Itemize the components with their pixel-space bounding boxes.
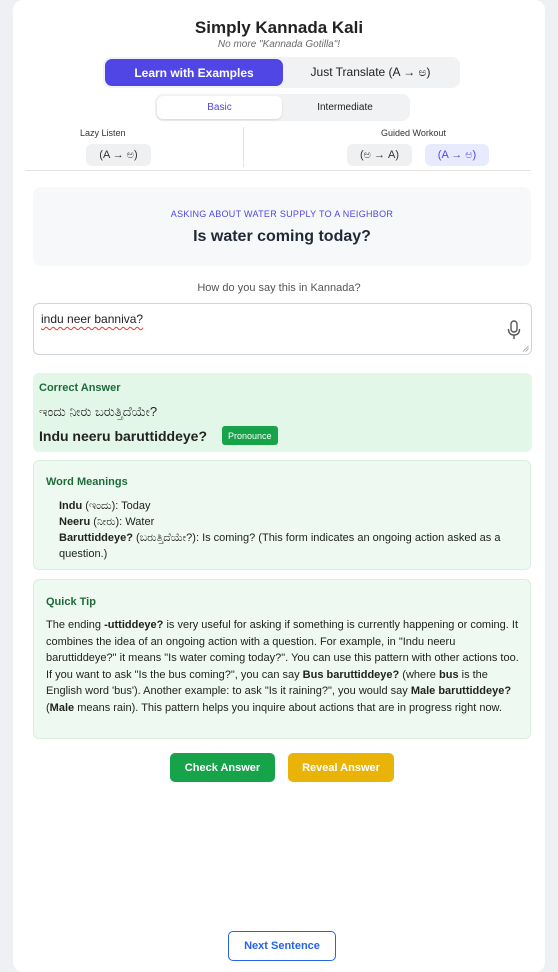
level-switch: Basic Intermediate bbox=[155, 94, 410, 121]
prompt-card: ASKING ABOUT WATER SUPPLY TO A NEIGHBOR … bbox=[33, 187, 531, 266]
app-header: Simply Kannada Kali No more "Kannada Got… bbox=[13, 18, 545, 50]
check-answer-button[interactable]: Check Answer bbox=[170, 753, 275, 782]
lazy-listen-a-to-kannada-button[interactable]: (A → ಅ) bbox=[86, 144, 151, 166]
word-meanings-heading: Word Meanings bbox=[46, 476, 128, 488]
practice-divider bbox=[243, 127, 244, 167]
prompt-context: ASKING ABOUT WATER SUPPLY TO A NEIGHBOR bbox=[170, 209, 394, 219]
word-meanings-card: Word Meanings Indu (ಇಂದು): Today Neeru (… bbox=[33, 460, 531, 570]
prompt-question: Is water coming today? bbox=[193, 228, 371, 245]
word-meaning-item: Baruttiddeye? (ಬರುತ್ತಿದೆಯೇ?): Is coming?… bbox=[59, 532, 501, 560]
correct-answer-transliteration: Indu neeru baruttiddeye? bbox=[39, 428, 208, 444]
guided-kannada-to-a-button[interactable]: (ಅ → A) bbox=[347, 144, 412, 166]
tab-intermediate[interactable]: Intermediate bbox=[282, 96, 408, 119]
app-subtitle: No more "Kannada Gotilla"! bbox=[217, 39, 341, 50]
quick-tip-text: The ending -uttiddeye? is very useful fo… bbox=[46, 619, 519, 714]
app-title: Simply Kannada Kali bbox=[194, 18, 364, 37]
mode-switch: Learn with Examples Just Translate (A → … bbox=[103, 57, 460, 88]
quick-tip-card: Quick Tip The ending -uttiddeye? is very… bbox=[33, 579, 531, 739]
tab-just-translate[interactable]: Just Translate (A → ಅ) bbox=[283, 59, 458, 86]
word-meaning-item: Neeru (ನೀರು): Water bbox=[59, 516, 155, 528]
practice-modes: Lazy Listen (A → ಅ) Guided Workout (ಅ → … bbox=[25, 125, 531, 171]
quick-tip-heading: Quick Tip bbox=[46, 596, 96, 608]
correct-answer-heading: Correct Answer bbox=[39, 382, 121, 394]
next-sentence-button[interactable]: Next Sentence bbox=[228, 931, 336, 961]
correct-answer-card: Correct Answer ಇಂದು ನೀರು ಬರುತ್ತಿದೆಯೇ? In… bbox=[33, 373, 532, 452]
microphone-icon[interactable] bbox=[507, 320, 521, 340]
word-meanings-list: Indu (ಇಂದು): Today Neeru (ನೀರು): Water B… bbox=[59, 498, 514, 562]
word-meaning-item: Indu (ಇಂದು): Today bbox=[59, 500, 151, 512]
answer-prompt-label: How do you say this in Kannada? bbox=[197, 282, 361, 294]
guided-a-to-kannada-button[interactable]: (A → ಅ) bbox=[425, 144, 489, 166]
lazy-listen-label: Lazy Listen bbox=[80, 128, 126, 138]
app-card: Simply Kannada Kali No more "Kannada Got… bbox=[13, 0, 545, 972]
reveal-answer-button[interactable]: Reveal Answer bbox=[288, 753, 394, 782]
answer-input[interactable]: indu neer banniva? bbox=[33, 303, 532, 355]
tab-basic[interactable]: Basic bbox=[157, 96, 282, 119]
tab-learn-with-examples[interactable]: Learn with Examples bbox=[105, 59, 283, 86]
guided-workout-label: Guided Workout bbox=[381, 128, 446, 138]
pronounce-button[interactable]: Pronounce bbox=[222, 426, 278, 445]
resize-grip-icon[interactable] bbox=[522, 345, 529, 352]
answer-input-value: indu neer banniva? bbox=[41, 312, 144, 326]
correct-answer-kannada: ಇಂದು ನೀರು ಬರುತ್ತಿದೆಯೇ? bbox=[39, 404, 158, 419]
